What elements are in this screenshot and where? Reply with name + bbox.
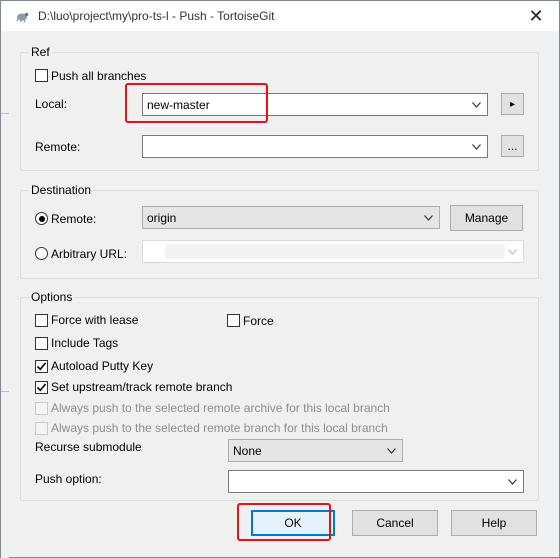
manage-button[interactable]: Manage <box>450 205 523 231</box>
always-push-archive-label: Always push to the selected remote archi… <box>51 401 390 415</box>
arbitrary-url-label: Arbitrary URL: <box>51 247 128 261</box>
chevron-down-icon <box>387 448 396 454</box>
push-all-branches-label: Push all branches <box>51 69 147 83</box>
force-with-lease-checkbox[interactable] <box>35 314 48 327</box>
force-checkbox[interactable] <box>227 314 240 327</box>
remote-origin-combo[interactable]: origin <box>142 206 440 229</box>
chevron-down-icon <box>424 215 433 221</box>
chevron-down-icon <box>472 102 481 108</box>
autoload-putty-key-checkbox[interactable] <box>35 360 48 373</box>
include-tags-label: Include Tags <box>51 336 119 350</box>
window-left-edge <box>1 31 9 558</box>
always-push-branch-checkbox[interactable] <box>35 422 48 435</box>
tortoisegit-icon <box>16 12 29 23</box>
set-upstream-label: Set upstream/track remote branch <box>51 380 233 394</box>
remote-radio[interactable] <box>35 212 48 225</box>
local-branch-combo[interactable]: new-master <box>142 93 488 116</box>
ellipsis-label: ... <box>507 139 518 153</box>
destination-group <box>20 190 539 279</box>
destination-group-label: Destination <box>29 183 94 197</box>
arbitrary-url-field <box>165 244 505 259</box>
include-tags-checkbox[interactable] <box>35 337 48 350</box>
checkmark-icon <box>36 383 47 392</box>
arbitrary-url-combo[interactable] <box>142 240 524 263</box>
push-dialog: D:\luo\project\my\pro-ts-l - Push - Tort… <box>0 0 560 558</box>
chevron-down-icon <box>508 479 517 485</box>
ref-group-label: Ref <box>29 45 52 59</box>
remote-branch-label: Remote: <box>35 140 81 154</box>
play-arrow-icon: ▸ <box>509 98 516 110</box>
chevron-down-icon <box>508 249 517 255</box>
local-branch-value: new-master <box>147 98 210 112</box>
push-all-branches-checkbox[interactable] <box>35 69 48 82</box>
local-branch-browse-button[interactable]: ▸ <box>501 93 524 115</box>
chevron-down-icon <box>472 144 481 150</box>
ok-button[interactable]: OK <box>251 510 335 536</box>
close-icon: ✕ <box>528 5 544 26</box>
remote-branch-browse-button[interactable]: ... <box>501 135 524 157</box>
options-group-label: Options <box>29 290 75 304</box>
recurse-submodule-label: Recurse submodule <box>35 440 142 454</box>
local-label: Local: <box>35 97 68 111</box>
close-button[interactable]: ✕ <box>513 1 559 31</box>
remote-branch-combo[interactable] <box>142 135 488 158</box>
arbitrary-url-radio[interactable] <box>35 247 48 260</box>
push-option-combo[interactable] <box>228 470 524 493</box>
recurse-submodule-value: None <box>233 444 262 458</box>
radio-selected-dot <box>38 215 45 222</box>
remote-radio-label: Remote: <box>51 212 97 226</box>
always-push-branch-label: Always push to the selected remote branc… <box>51 421 388 435</box>
autoload-putty-key-label: Autoload Putty Key <box>51 359 154 373</box>
remote-origin-value: origin <box>147 211 177 225</box>
recurse-submodule-combo[interactable]: None <box>228 439 403 462</box>
window-title: D:\luo\project\my\pro-ts-l - Push - Tort… <box>38 9 275 23</box>
push-option-label: Push option: <box>35 472 102 486</box>
force-label: Force <box>243 314 274 328</box>
set-upstream-checkbox[interactable] <box>35 381 48 394</box>
checkmark-icon <box>36 362 47 371</box>
title-bar: D:\luo\project\my\pro-ts-l - Push - Tort… <box>1 1 559 31</box>
help-button[interactable]: Help <box>451 510 537 536</box>
cancel-button[interactable]: Cancel <box>352 510 438 536</box>
always-push-archive-checkbox[interactable] <box>35 402 48 415</box>
force-with-lease-label: Force with lease <box>51 313 139 327</box>
